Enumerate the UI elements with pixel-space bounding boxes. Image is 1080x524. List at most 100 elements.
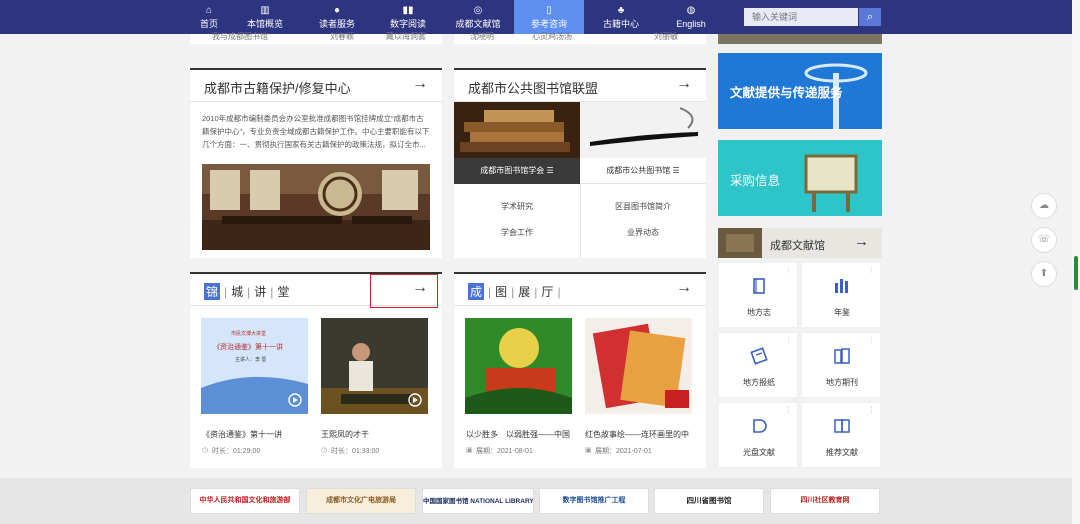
nav-item-chengdu-archive[interactable]: ◎ 成都文献馆 [449,0,507,34]
logo-text: 中华人民共和国文化和旅游部 [199,497,291,504]
nav-item-english[interactable]: ◍ English [667,0,715,34]
divider [580,184,581,258]
nav-item-reader-services[interactable]: ● 读者服务 [312,0,362,34]
exhibit-caption[interactable]: 以少胜多 以弱胜强——中国 [466,429,570,440]
logo-national-library[interactable]: 中国国家图书馆 NATIONAL LIBRARY OF CHINA [422,488,534,514]
pen-photo [580,102,706,158]
search-icon: ⌕ [866,11,874,23]
book-icon [753,278,765,294]
grid-item-local-newspapers[interactable]: ⋮ 地方报纸 [718,332,798,398]
video-caption[interactable]: 《资治通鉴》第十一讲 [202,429,282,440]
arrow-right-icon[interactable]: → [412,75,428,93]
title-char: 讲 [254,285,267,299]
document-delivery-banner[interactable]: 文献提供与传递服务 [718,53,882,129]
exhibit-poster[interactable] [465,318,572,414]
title-char: 成 [468,283,485,300]
panel-header: 成都市公共图书馆联盟 → [454,68,706,102]
video-duration: 时长：01:33:00 [331,448,380,455]
more-icon: ⋮ [868,407,875,414]
nav-item-reference[interactable]: ▯ 参考咨询 [514,0,584,34]
wenxian-header[interactable]: 成都文献馆 → [718,228,882,258]
nav-item-ancient-books[interactable]: ♣ 古籍中心 [596,0,646,34]
top-cut-panel-right: 沈晓明 心灵鸡汤汤 刘丽敏 [454,32,706,44]
footer-links: 中华人民共和国文化和旅游部 成都市文化广电旅游局 中国国家图书馆 NATIONA… [0,478,1080,524]
panel-title: 成都市公共图书馆联盟 [468,81,599,96]
grid-item-local-chronicles[interactable]: ⋮ 地方志 [718,262,798,328]
document-icon: ▯ [546,5,552,16]
logo-ministry-culture[interactable]: 中华人民共和国文化和旅游部 [190,488,300,514]
grid-item-recommended[interactable]: ⋮ 推荐文献 [801,402,881,468]
more-icon: ⋮ [785,337,792,344]
library-alliance-panel: 成都市公共图书馆联盟 → 成都市图书馆学会 ☰ 成都市公共图书馆 ☰ 学术研究 … [454,68,706,258]
ancient-books-panel: 成都市古籍保护/修复中心 → 2010年成都市编制委员会办公室批准成都图书馆挂牌… [190,68,442,258]
logo-sichuan-library[interactable]: 四川省图书馆 [654,488,764,514]
nav-item-digital-reading[interactable]: ▮▮ 数字阅读 [383,0,433,34]
title-char: 厅 [541,285,554,299]
title-char: 锦 [204,283,221,300]
cut-text-name: 心灵鸡汤汤 [532,32,572,41]
cut-text-name: 沈晓明 [470,32,494,41]
calendar-icon: ▣ [585,447,592,454]
chat-icon: ☁ [1039,200,1049,211]
logo-text: 四川省图书馆 [686,496,732,505]
speaker-photo [321,318,428,414]
grid-label: 光盘文献 [743,448,775,457]
panel-header: 成 | 图 | 展 | 厅 | → [454,272,706,306]
lecture-video-thumb[interactable] [321,318,428,414]
logo-text: 成都市文化广电旅游局 [326,497,396,504]
exhibit-caption[interactable]: 红色故事绘——连环画里的中 [585,429,689,440]
highlight-box [370,274,438,308]
link-academic-research[interactable]: 学术研究 [454,201,580,212]
phone-button[interactable]: ☏ [1031,227,1057,253]
nav-item-overview[interactable]: ▥ 本馆概览 [240,0,290,34]
disc-icon [753,419,767,433]
nav-item-home[interactable]: ⌂ 首页 [193,0,225,34]
home-icon: ⌂ [205,5,213,16]
more-icon: ⋮ [785,267,792,274]
cut-text-name: 藏以海洞雾 [386,32,426,41]
books-photo [454,102,580,158]
exhibit-date: 展期：2021-08-01 [476,448,533,455]
banner-title: 采购信息 [730,174,781,188]
video-caption[interactable]: 王熙凤的才干 [321,429,369,440]
lecture-video-thumb[interactable]: 市民文博大讲堂 《资治通鉴》第十一讲 主讲人：李 蔷 [201,318,308,414]
magazine-icon [834,348,850,364]
back-to-top-button[interactable]: ⬆ [1031,261,1057,287]
top-navigation: ⌂ 首页 ▥ 本馆概览 ● 读者服务 ▮▮ 数字阅读 ◎ 成都文献馆 ▯ 参考咨… [0,0,1080,34]
arrow-right-icon[interactable]: → [676,75,692,93]
grid-label: 年鉴 [834,308,850,317]
tab-public-library[interactable]: 成都市公共图书馆 ☰ [580,158,706,184]
grid-item-local-periodicals[interactable]: ⋮ 地方期刊 [801,332,881,398]
search-input[interactable] [744,8,858,26]
grid-label: 推荐文献 [826,448,858,457]
grid-item-disc-documents[interactable]: ⋮ 光盘文献 [718,402,798,468]
grid-item-yearbook[interactable]: ⋮ 年鉴 [801,262,881,328]
cut-text-name: 刘春颖 [330,32,354,41]
bar-chart-icon [835,279,848,293]
title-char: 图 [495,285,508,299]
exhibit-date: 展期：2021-07-01 [595,448,652,455]
top-right-cut-image [718,34,882,44]
globe-icon: ◍ [686,5,696,16]
exhibit-poster[interactable] [585,318,692,414]
arrow-right-icon[interactable]: → [676,279,692,297]
panel-title: 成 | 图 | 展 | 厅 | [468,283,561,300]
logo-chengdu-culture-bureau[interactable]: 成都市文化广电旅游局 [306,488,416,514]
scrollbar-thumb[interactable] [1074,256,1078,290]
slide-title-text: 《资治通鉴》第十一讲 [213,344,283,351]
search-button[interactable]: ⌕ [859,8,881,26]
red-story-poster-image [585,318,692,414]
archive-icon: ◎ [473,5,483,16]
link-county-library-intro[interactable]: 区县图书馆简介 [580,201,706,212]
link-industry-news[interactable]: 业界动态 [580,227,706,238]
more-icon: ⋮ [868,267,875,274]
tab-library-society[interactable]: 成都市图书馆学会 ☰ [454,158,580,184]
top-cut-panel: 我与成都图书馆 刘春颖 藏以海洞雾 [190,32,442,44]
chat-button[interactable]: ☁ [1031,193,1057,219]
logo-sichuan-community-education[interactable]: 四川社区教育网 [770,488,880,514]
procurement-banner[interactable]: 采购信息 [718,140,882,216]
link-society-work[interactable]: 学会工作 [454,227,580,238]
building-icon: ▥ [260,5,270,16]
logo-text: 中国国家图书馆 NATIONAL LIBRARY OF CHINA [423,498,534,505]
logo-digital-library-project[interactable]: 数字图书馆推广工程 [539,488,649,514]
